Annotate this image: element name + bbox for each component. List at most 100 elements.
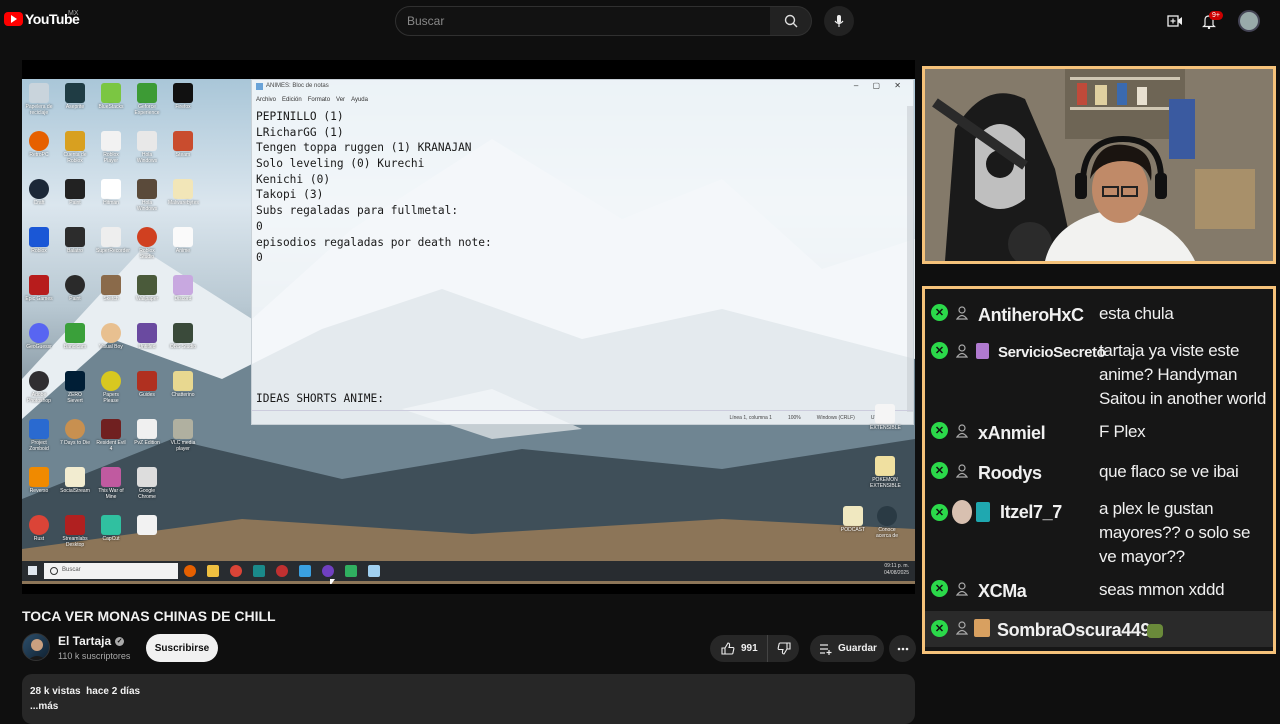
desktop-icon[interactable]: Cuenta de Roblox — [60, 131, 90, 169]
menu-item[interactable]: Ver — [336, 97, 345, 103]
taskbar-app-icon[interactable] — [368, 565, 380, 577]
channel-avatar[interactable] — [22, 633, 50, 661]
taskbar-app-icon[interactable] — [207, 565, 219, 577]
desktop-icon[interactable]: Hola Windows — [132, 179, 162, 217]
desktop-icon[interactable]: PvZ Edition — [132, 419, 162, 457]
desktop-icon[interactable]: SocialStream — [60, 467, 90, 505]
desktop-icon[interactable]: Visual Boy — [96, 323, 126, 361]
taskbar-app-icon[interactable] — [299, 565, 311, 577]
desktop-icon[interactable]: CapCut — [96, 515, 126, 553]
dislike-button[interactable] — [768, 635, 799, 662]
window-controls[interactable]: – ▢ ✕ — [854, 81, 907, 90]
desktop-icon[interactable]: BlueStacks — [96, 83, 126, 121]
desktop-icon[interactable]: Google Chrome — [132, 467, 162, 505]
desktop-icon[interactable]: Papers Please — [96, 371, 126, 409]
desktop-icon[interactable]: Malwarebytes — [168, 179, 199, 217]
desktop-icon[interactable]: Wallpaper — [132, 275, 162, 313]
chat-username[interactable]: Itzel7_7 — [1000, 502, 1062, 523]
desktop-icon[interactable]: Project Zomboid — [24, 419, 54, 457]
desktop-icon[interactable]: Hola Windows — [132, 131, 162, 169]
desktop-icon[interactable]: SuperRecorder — [96, 227, 130, 265]
taskbar-app-icon[interactable] — [184, 565, 196, 577]
desktop-icon[interactable]: Resident Evil 4 — [96, 419, 126, 457]
desktop-icon[interactable]: Rust — [24, 515, 54, 553]
desktop-icon[interactable]: Sketch — [96, 275, 126, 313]
desktop-icon[interactable]: Conoce acerca de — [872, 506, 902, 544]
desktop-icon[interactable]: This War of Mine — [96, 467, 126, 505]
desktop-icon[interactable]: Streamlabs Desktop — [60, 515, 90, 553]
desktop-icon[interactable]: Epic Games — [24, 275, 54, 313]
xbox-icon: ✕ — [931, 342, 948, 359]
desktop-icon[interactable]: GeoGuessr — [24, 323, 54, 361]
desktop-icon[interactable]: Steam — [168, 131, 198, 169]
desktop-icon[interactable]: EXTENSIBLE — [870, 404, 901, 442]
desktop-icon[interactable]: VLC media player — [168, 419, 198, 457]
taskbar-app-icon[interactable] — [276, 565, 288, 577]
desktop-icon[interactable]: Roblox Player — [96, 131, 126, 169]
chat-username[interactable]: XCMa — [978, 581, 1027, 602]
desktop-icon[interactable]: Anime — [168, 227, 198, 265]
desktop-icon[interactable]: Aseprite — [60, 83, 90, 121]
text-line: LRicharGG (1) — [256, 125, 344, 139]
video-player[interactable]: Papelera de reciclaje Aseprite BlueStack… — [22, 60, 915, 594]
subscribe-button[interactable]: Suscribirse — [146, 634, 218, 662]
notepad-text-area[interactable]: PEPINILLO (1) LRicharGG (1) Tengen toppa… — [252, 106, 913, 410]
desktop-icon[interactable]: Adobe Photoshop — [24, 371, 54, 409]
channel-name-text[interactable]: El Tartaja — [58, 634, 111, 648]
desktop-icon[interactable]: Guides — [132, 371, 162, 409]
start-button[interactable] — [28, 566, 37, 575]
taskbar-app-icon[interactable] — [230, 565, 242, 577]
taskbar-app-icon[interactable] — [345, 565, 357, 577]
desktop-icon[interactable]: Roblox — [24, 227, 54, 265]
desktop-icon[interactable]: Hitman — [96, 179, 126, 217]
desktop-icon[interactable]: Roblox Studio — [132, 227, 162, 265]
menu-item[interactable]: Ayuda — [351, 97, 368, 103]
desktop-icon[interactable]: ZERO Sievert — [60, 371, 90, 409]
taskbar-app-icon[interactable] — [253, 565, 265, 577]
desktop-icon[interactable]: Firefox — [168, 83, 198, 121]
like-button[interactable]: 991 — [710, 635, 768, 662]
desktop-icon[interactable]: RetroPC — [24, 131, 54, 169]
description-box[interactable]: 28 k vistas hace 2 días ...más — [22, 674, 915, 724]
taskbar-search[interactable]: Buscar — [44, 563, 178, 579]
desktop-icon[interactable]: Bandicam — [60, 323, 90, 361]
desktop-icon[interactable]: Chatterino — [168, 371, 198, 409]
text-line: IDEAS SHORTS ANIME: — [256, 392, 384, 406]
desktop-icon[interactable]: Balatro — [60, 227, 90, 265]
system-tray[interactable]: 09:11 p. m. 04/08/2025 — [884, 563, 909, 577]
desktop-icon[interactable]: 7 Days to Die — [60, 419, 90, 457]
desktop-icon[interactable]: OBS Studio — [168, 323, 198, 361]
notepad-window[interactable]: ANIMES: Bloc de notas – ▢ ✕ Archivo Edic… — [251, 79, 914, 425]
chat-username[interactable]: xAnmiel — [978, 423, 1046, 444]
desktop-icon[interactable]: Paint — [60, 275, 90, 313]
desktop-icon[interactable]: Geforce Experience — [132, 83, 162, 121]
desktop-icon[interactable]: Untitled — [132, 323, 162, 361]
notepad-scrollbar[interactable] — [907, 106, 913, 412]
desktop-icon[interactable]: Discord — [168, 275, 198, 313]
show-more-link[interactable]: ...más — [30, 699, 907, 714]
desktop-icon[interactable]: PODCAST — [838, 506, 868, 544]
create-button[interactable] — [1164, 10, 1186, 32]
menu-item[interactable]: Archivo — [256, 97, 276, 103]
menu-item[interactable]: Formato — [308, 97, 330, 103]
search-button[interactable] — [770, 6, 812, 36]
chat-username[interactable]: Roodys — [978, 463, 1042, 484]
channel-name[interactable]: El Tartaja ✓ — [58, 634, 125, 648]
search-input[interactable] — [396, 7, 770, 35]
desktop-icon[interactable] — [132, 515, 162, 553]
chat-username[interactable]: SombraOscura449 — [997, 620, 1150, 641]
account-avatar[interactable] — [1238, 10, 1260, 32]
more-actions-button[interactable] — [889, 635, 916, 662]
desktop-icon[interactable]: Papelera de reciclaje — [24, 83, 54, 121]
chat-username[interactable]: AntiheroHxC — [978, 305, 1084, 326]
desktop-icon[interactable]: POKEMON EXTENSIBLE — [870, 456, 901, 494]
desktop-icon[interactable]: Craft — [24, 179, 54, 217]
menu-item[interactable]: Edición — [282, 97, 302, 103]
desktop-icon[interactable]: Paint — [60, 179, 90, 217]
taskbar-app-icon[interactable] — [322, 565, 334, 577]
chat-username[interactable]: ServicioSecreto — [998, 344, 1106, 361]
desktop-icon[interactable]: Reverso — [24, 467, 54, 505]
voice-search-button[interactable] — [824, 6, 854, 36]
notepad-title: ANIMES: Bloc de notas — [252, 80, 913, 94]
save-button[interactable]: Guardar — [810, 635, 884, 662]
